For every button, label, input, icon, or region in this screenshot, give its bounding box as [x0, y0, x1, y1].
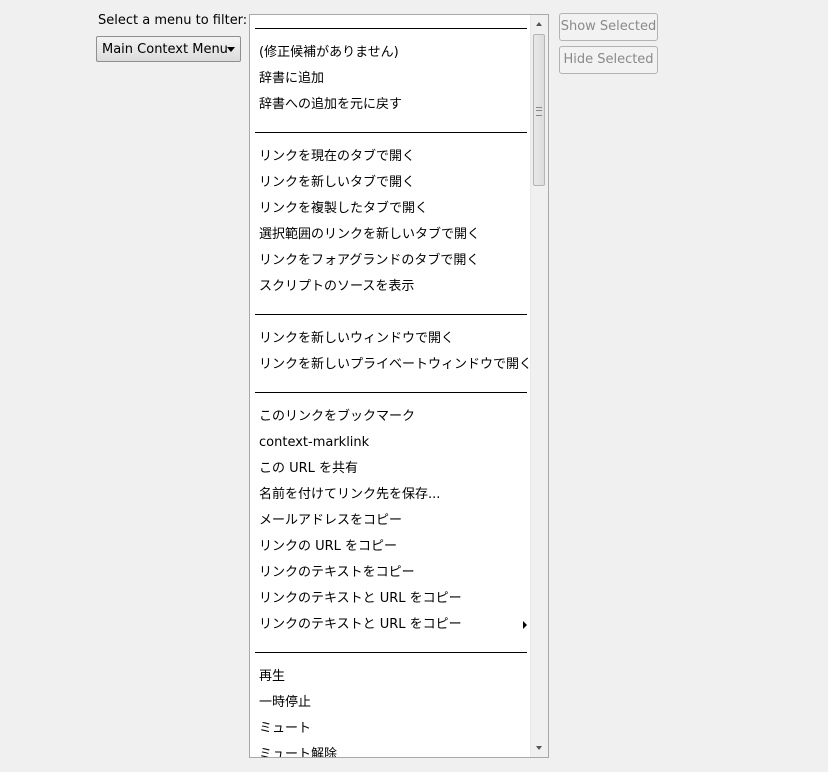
filter-label: Select a menu to filter: [98, 13, 248, 28]
menu-separator [255, 28, 527, 29]
menu-item[interactable]: (修正候補がありません) [259, 43, 527, 63]
menu-item[interactable]: 選択範囲のリンクを新しいタブで開く [259, 225, 527, 245]
menu-item[interactable]: 辞書への追加を元に戻す [259, 95, 527, 115]
menu-select-dropdown[interactable]: Main Context Menu [96, 36, 241, 62]
menu-item[interactable]: リンクを新しいプライベートウィンドウで開く [259, 355, 532, 375]
hide-selected-button[interactable]: Hide Selected [559, 46, 658, 74]
menu-filter-panel: Select a menu to filter: Main Context Me… [0, 0, 828, 772]
menu-separator [255, 392, 527, 393]
menu-item[interactable]: このリンクをブックマーク [259, 407, 527, 427]
menu-item[interactable]: この URL を共有 [259, 459, 527, 479]
menu-select-value: Main Context Menu [102, 42, 228, 57]
menu-item[interactable]: 再生 [259, 667, 527, 687]
menu-separator [255, 314, 527, 315]
show-selected-button[interactable]: Show Selected [559, 13, 658, 41]
menu-items-listbox[interactable]: (修正候補がありません) 辞書に追加 辞書への追加を元に戻す リンクを現在のタブ… [249, 14, 549, 758]
dropdown-arrow-icon [227, 47, 235, 52]
menu-item[interactable]: ミュート [259, 719, 527, 739]
menu-separator [255, 132, 527, 133]
menu-item[interactable]: メールアドレスをコピー [259, 511, 527, 531]
menu-item[interactable]: リンクを現在のタブで開く [259, 147, 527, 167]
menu-item-label: リンクのテキストと URL をコピー [259, 617, 462, 632]
listbox-scrollbar[interactable] [530, 15, 548, 757]
menu-item[interactable]: 一時停止 [259, 693, 527, 713]
scroll-down-arrow-icon[interactable] [531, 740, 548, 757]
menu-item[interactable]: リンクをフォアグランドのタブで開く [259, 251, 527, 271]
menu-item[interactable]: リンクのテキストと URL をコピー [259, 589, 527, 609]
grip-icon [536, 107, 542, 116]
scrollbar-thumb[interactable] [533, 34, 545, 186]
menu-item[interactable]: スクリプトのソースを表示 [259, 277, 527, 297]
menu-item[interactable]: ミュート解除 [259, 745, 527, 757]
submenu-arrow-icon [523, 621, 527, 629]
menu-separator [255, 652, 527, 653]
menu-item[interactable]: リンクを複製したタブで開く [259, 199, 527, 219]
menu-item[interactable]: リンクを新しいウィンドウで開く [259, 329, 527, 349]
menu-item[interactable]: 辞書に追加 [259, 69, 527, 89]
menu-item-with-submenu[interactable]: リンクのテキストと URL をコピー [259, 615, 527, 635]
menu-item[interactable]: リンクのテキストをコピー [259, 563, 527, 583]
menu-item[interactable]: 名前を付けてリンク先を保存... [259, 485, 527, 505]
menu-item[interactable]: リンクを新しいタブで開く [259, 173, 527, 193]
menu-item[interactable]: リンクの URL をコピー [259, 537, 527, 557]
scroll-up-arrow-icon[interactable] [531, 15, 548, 32]
menu-item[interactable]: context-marklink [259, 433, 527, 453]
